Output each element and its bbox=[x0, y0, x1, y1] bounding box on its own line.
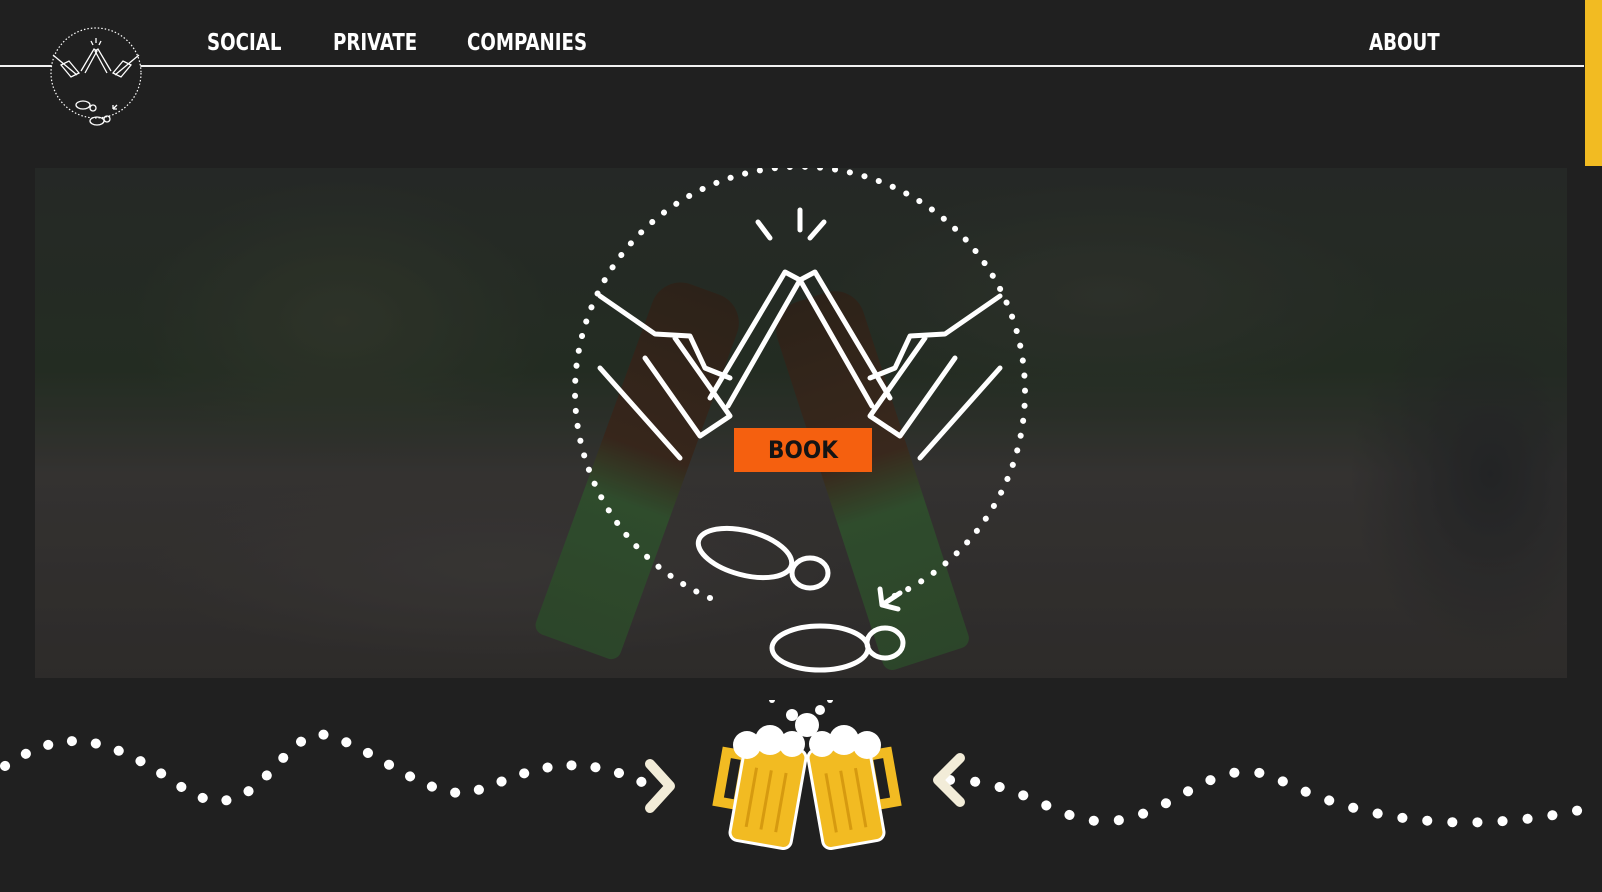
hero-emblem-icon bbox=[572, 168, 1028, 673]
wavy-dotted-path-right-icon bbox=[933, 753, 1585, 828]
logo-icon[interactable] bbox=[47, 25, 145, 129]
nav-companies[interactable]: COMPANIES bbox=[467, 30, 587, 56]
book-button[interactable]: BOOK bbox=[734, 428, 872, 472]
nav-about[interactable]: ABOUT bbox=[1369, 30, 1440, 56]
beer-mugs-cheers-icon bbox=[712, 700, 902, 851]
header-divider bbox=[0, 65, 1585, 67]
nav-social[interactable]: SOCIAL bbox=[207, 30, 281, 56]
scrollbar-thumb[interactable] bbox=[1585, 0, 1602, 166]
wavy-dotted-path-left-icon bbox=[0, 729, 675, 813]
nav-private[interactable]: PRIVATE bbox=[333, 30, 417, 56]
